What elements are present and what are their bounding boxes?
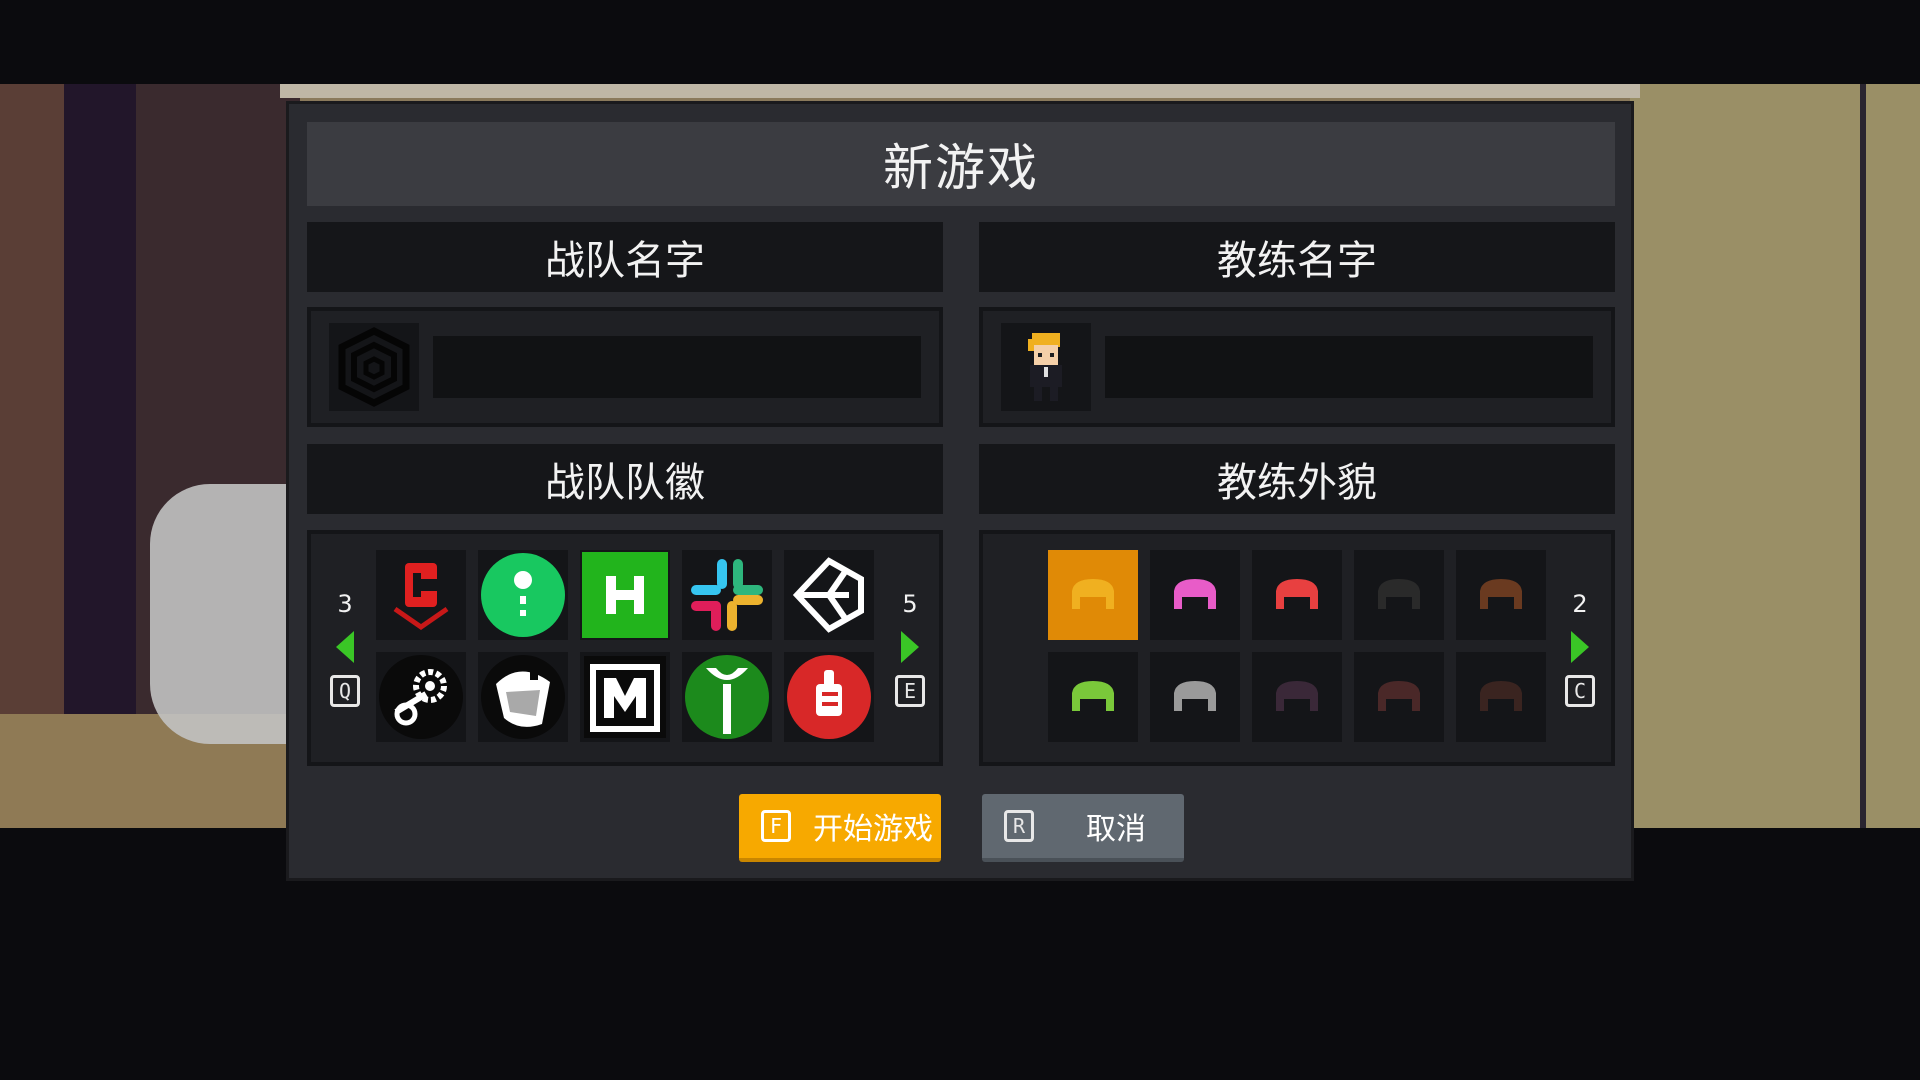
q-key-icon: Q (330, 675, 360, 707)
new-game-dialog: 新游戏 战队名字 教练名字 战队队徽 3 Q 5 E 教练外貌 2 C F 开始… (286, 101, 1634, 881)
gear-logo-icon (379, 655, 463, 739)
hair-option[interactable] (1252, 550, 1342, 640)
hair-option[interactable] (1150, 652, 1240, 742)
logo-option[interactable] (478, 550, 568, 640)
hair-icon (1378, 579, 1420, 609)
logo-option[interactable] (784, 652, 874, 742)
unity-logo-icon (792, 557, 864, 633)
cancel-button[interactable]: R 取消 (982, 794, 1184, 862)
team-name-heading: 战队名字 (307, 222, 943, 292)
red-fist-logo-icon (787, 655, 871, 739)
coach-avatar-icon (1028, 333, 1062, 401)
logo-option[interactable] (682, 652, 772, 742)
logo-option[interactable] (376, 550, 466, 640)
hair-option[interactable] (1048, 550, 1138, 640)
hair-icon (1378, 681, 1420, 711)
hair-option[interactable] (1354, 652, 1444, 742)
m-logo-icon (584, 656, 666, 738)
e-key-icon: E (895, 675, 925, 707)
logo-option[interactable] (580, 652, 670, 742)
logo-option[interactable] (478, 652, 568, 742)
right-wall (1630, 84, 1920, 828)
hair-icon (1174, 681, 1216, 711)
team-logo-prev-page: 3 (337, 590, 353, 618)
logo-option[interactable] (682, 550, 772, 640)
hair-option[interactable] (1150, 550, 1240, 640)
hair-icon (1276, 681, 1318, 711)
cancel-label: 取消 (1086, 812, 1146, 847)
arrow-left-icon[interactable] (336, 631, 354, 663)
c-key-icon: C (1565, 675, 1595, 707)
ceiling-strip (280, 84, 1640, 98)
logo-option[interactable] (784, 550, 874, 640)
f-key-icon: F (761, 810, 791, 842)
hair-icon (1276, 579, 1318, 609)
team-name-panel (307, 307, 943, 427)
logo-option[interactable] (580, 550, 670, 640)
team-name-input[interactable] (433, 336, 921, 398)
hair-option[interactable] (1252, 652, 1342, 742)
team-logo-next-page: 5 (902, 590, 918, 618)
shark-logo-icon (481, 655, 565, 739)
dialog-title-bar: 新游戏 (307, 122, 1615, 206)
coach-name-panel (979, 307, 1615, 427)
team-logo-grid (376, 550, 874, 742)
team-logo-next-pager[interactable]: 5 E (890, 589, 930, 707)
hair-option[interactable] (1456, 550, 1546, 640)
team-logo-heading: 战队队徽 (307, 444, 943, 514)
dialog-title: 新游戏 (883, 139, 1039, 197)
hair-icon (1072, 681, 1114, 711)
team-logo-preview (329, 323, 419, 411)
coach-name-heading: 教练名字 (979, 222, 1615, 292)
coach-look-next-pager[interactable]: 2 C (1560, 589, 1600, 707)
coach-name-input[interactable] (1105, 336, 1593, 398)
start-game-button[interactable]: F 开始游戏 (739, 794, 941, 862)
logo-option[interactable] (376, 652, 466, 742)
hair-option[interactable] (1456, 652, 1546, 742)
green-exclamation-logo-icon (481, 553, 565, 637)
start-game-label: 开始游戏 (813, 812, 933, 847)
green-h-logo-icon (582, 552, 668, 638)
green-y-logo-icon (685, 655, 769, 739)
hair-icon (1480, 579, 1522, 609)
smoke-cloud (150, 484, 300, 744)
arrow-right-icon[interactable] (1571, 631, 1589, 663)
coach-hair-grid (1048, 550, 1546, 742)
coach-look-next-page: 2 (1572, 590, 1588, 618)
hair-option[interactable] (1048, 652, 1138, 742)
spiral-logo-icon (338, 327, 410, 407)
hair-icon (1072, 579, 1114, 609)
r-key-icon: R (1004, 810, 1034, 842)
hair-icon (1174, 579, 1216, 609)
slack-logo-icon (691, 559, 763, 631)
right-wall-divider (1860, 84, 1866, 828)
red-c-logo-icon (393, 563, 449, 631)
hair-option[interactable] (1354, 550, 1444, 640)
coach-avatar-preview (1001, 323, 1091, 411)
coach-look-heading: 教练外貌 (979, 444, 1615, 514)
team-logo-prev-pager[interactable]: 3 Q (325, 589, 365, 707)
arrow-right-icon[interactable] (901, 631, 919, 663)
hair-icon (1480, 681, 1522, 711)
